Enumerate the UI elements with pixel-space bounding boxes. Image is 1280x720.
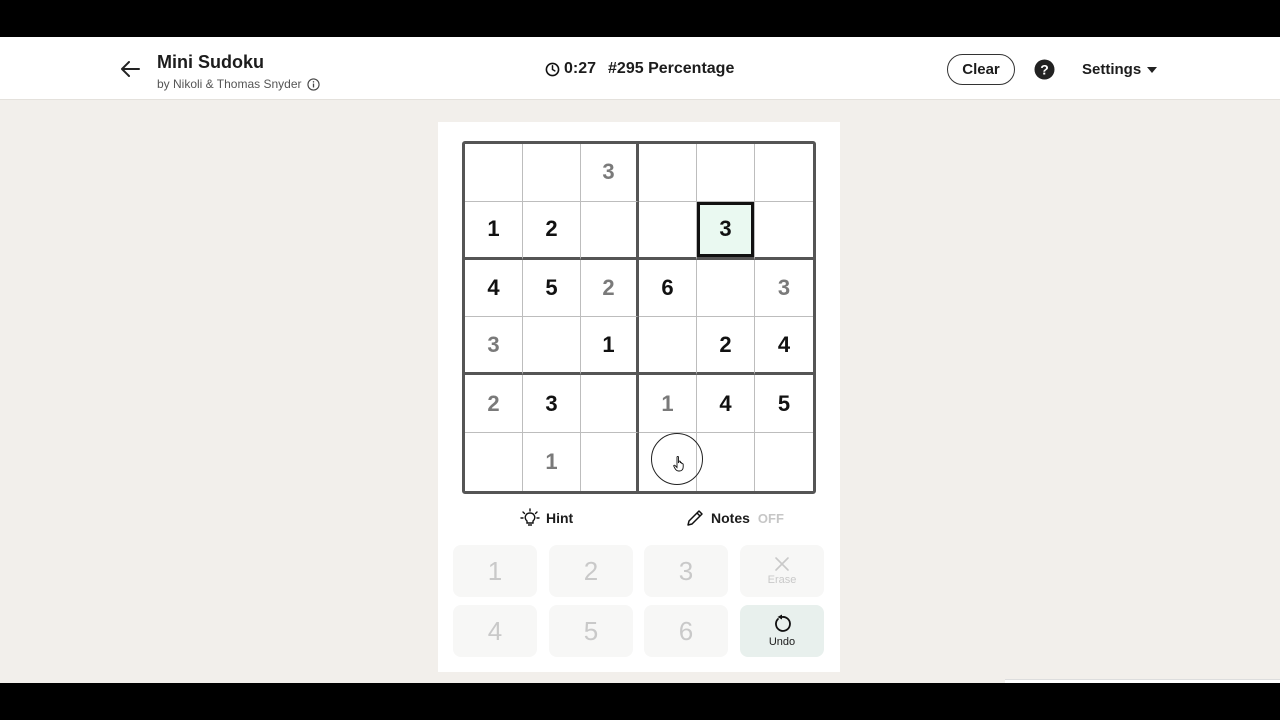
game-title: Mini Sudoku [157,52,264,72]
grid-cell[interactable] [523,317,581,376]
grid-cell[interactable]: 2 [523,201,581,260]
settings-menu[interactable]: Settings [1082,61,1158,78]
grid-cell[interactable] [755,202,813,260]
grid-cell[interactable] [581,433,639,491]
pencil-icon [687,510,703,526]
cell-value: 1 [545,449,558,475]
clear-button[interactable]: Clear [947,54,1015,85]
timer: 0:27 [564,60,597,77]
grid-cell[interactable]: 2 [581,259,639,318]
cell-value: 2 [487,390,500,416]
grid-cell[interactable]: 2 [697,317,755,376]
grid-cell[interactable]: 1 [581,317,639,376]
grid-cell[interactable] [581,375,639,434]
grid-cell[interactable] [697,144,755,202]
cell-value: 5 [545,275,558,301]
arrow-left-icon [121,61,140,77]
hint-button[interactable]: Hint [520,508,573,528]
digit-key-3[interactable]: 3 [644,545,728,597]
erase-label: Erase [767,574,797,586]
grid-cell[interactable] [755,433,813,491]
digit-key-2[interactable]: 2 [549,545,633,597]
cell-value: 4 [777,331,791,357]
cell-value: 2 [602,275,615,301]
grid-cell[interactable] [639,317,697,376]
erase-button[interactable]: Erase [740,545,824,597]
cell-value: 3 [487,331,500,357]
grid-cell[interactable] [639,144,697,202]
grid-cell[interactable]: 1 [639,375,697,434]
grid-cell[interactable] [697,433,755,491]
grid-cell[interactable]: 4 [697,375,755,434]
cell-value: 6 [661,275,674,301]
grid-cell[interactable]: 6 [639,259,697,318]
grid-cell[interactable]: 5 [523,259,581,318]
notes-state: OFF [757,510,784,526]
notes-toggle[interactable]: Notes OFF [685,508,784,528]
cell-value: 2 [719,331,732,357]
sudoku-grid: 3 1 2 3 4 5 2 6 3 3 1 2 4 2 3 1 4 5 1 [462,141,816,494]
game-status: 0:27 #295 Percentage [545,60,734,78]
grid-cell[interactable] [581,201,639,260]
digit-key-5[interactable]: 5 [549,605,633,657]
byline-text: by Nikoli & Thomas Snyder [157,77,302,91]
back-button[interactable] [115,54,145,84]
grid-cell[interactable]: 5 [755,375,813,434]
cell-value: 1 [487,216,500,242]
grid-cell[interactable]: 2 [465,375,523,434]
grid-cell-selected[interactable]: 3 [697,201,755,260]
byline: by Nikoli & Thomas Snyder [157,77,320,91]
grid-cell[interactable]: 4 [755,317,813,376]
cell-value: 3 [777,275,791,301]
grid-cell[interactable]: 3 [581,144,639,202]
cell-value: 3 [719,216,732,242]
top-letterbox [0,0,1280,37]
question-icon: ? [1034,59,1055,80]
cell-value: 5 [777,390,791,416]
info-icon[interactable] [306,77,320,91]
cell-value: 1 [602,331,615,357]
undo-button[interactable]: Undo [740,605,824,657]
grid-cell[interactable]: 1 [465,201,523,260]
digit-key-1[interactable]: 1 [453,545,537,597]
close-icon [775,557,789,571]
cell-value: 1 [661,390,674,416]
clock-icon [545,62,560,76]
header-bar: Mini Sudoku by Nikoli & Thomas Snyder 0:… [0,37,1280,100]
grid-cell[interactable] [465,433,523,491]
grid-cell[interactable] [697,259,755,318]
caret-down-icon [1147,66,1158,73]
svg-text:?: ? [1040,62,1049,78]
grid-cell[interactable]: 4 [465,259,523,318]
cell-value: 3 [602,159,615,185]
undo-label: Undo [768,636,796,648]
undo-icon [775,614,791,632]
grid-cell[interactable]: 3 [465,317,523,376]
grid-cell[interactable]: 3 [755,260,813,318]
hint-label: Hint [546,510,574,526]
grid-cell[interactable] [639,433,697,491]
notes-label: Notes [711,510,750,526]
hand-cursor-icon [673,456,684,472]
help-button[interactable]: ? [1034,59,1055,80]
cell-value: 4 [719,390,732,416]
cell-value: 2 [545,216,558,242]
cell-value: 4 [487,275,500,301]
settings-label: Settings [1082,61,1142,78]
grid-cell[interactable] [465,144,523,202]
lightbulb-icon [520,508,540,526]
digit-key-4[interactable]: 4 [453,605,537,657]
grid-cell[interactable] [639,201,697,260]
grid-cell[interactable] [523,144,581,202]
bottom-letterbox [0,683,1280,720]
puzzle-label: #295 Percentage [608,60,735,77]
grid-cell[interactable]: 3 [523,375,581,434]
cell-value: 3 [545,390,558,416]
grid-cell[interactable] [755,144,813,202]
tool-bar: Hint Notes OFF [438,508,840,532]
digit-key-6[interactable]: 6 [644,605,728,657]
grid-cell[interactable]: 1 [523,433,581,491]
